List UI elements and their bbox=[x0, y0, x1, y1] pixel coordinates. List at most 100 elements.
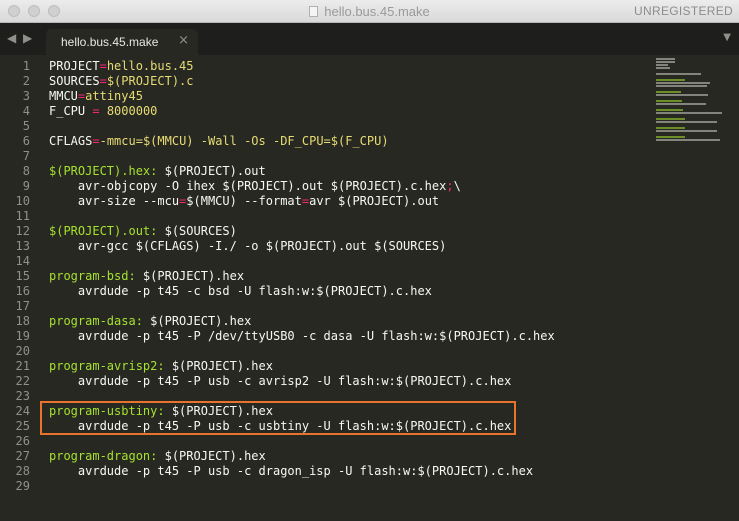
document-icon bbox=[309, 6, 319, 17]
line-number: 1 bbox=[22, 59, 30, 73]
code-line: avr-objcopy -O ihex $(PROJECT).out $(PRO… bbox=[49, 179, 555, 194]
chevron-right-icon[interactable]: ▶ bbox=[23, 31, 32, 45]
line-number: 18 bbox=[15, 314, 30, 328]
code-token: $(PROJECT).out bbox=[157, 164, 266, 178]
line-number: 2 bbox=[22, 74, 30, 88]
code-line: program-avrisp2: $(PROJECT).hex bbox=[49, 359, 555, 374]
code-token: $(SOURCES) bbox=[157, 224, 237, 238]
code-token: avr-size --mcu bbox=[49, 194, 180, 208]
code-line: $(PROJECT).hex: $(PROJECT).out bbox=[49, 164, 555, 179]
line-number: 27 bbox=[15, 449, 30, 463]
code-token: program-avrisp2: bbox=[49, 359, 165, 373]
line-number: 10 bbox=[15, 194, 30, 208]
code-token: avr $(PROJECT).out bbox=[309, 194, 440, 208]
minimap-line bbox=[656, 73, 701, 75]
window-title-container: hello.bus.45.make bbox=[0, 4, 739, 19]
line-number: 29 bbox=[15, 479, 30, 493]
line-number: 7 bbox=[22, 149, 30, 163]
code-line: avr-size --mcu=$(MMCU) --format=avr $(PR… bbox=[49, 194, 555, 209]
tab-label: hello.bus.45.make bbox=[61, 35, 159, 49]
minimap-line bbox=[656, 112, 722, 114]
line-number: 4 bbox=[22, 104, 30, 118]
minimap-line bbox=[656, 136, 685, 138]
code-token: program-dasa: bbox=[49, 314, 143, 328]
code-token: avrdude -p t45 -P usb -c avrisp2 -U flas… bbox=[49, 374, 512, 388]
minimap-line bbox=[656, 103, 707, 105]
minimap-line bbox=[656, 85, 708, 87]
line-number: 20 bbox=[15, 344, 30, 358]
code-line: avrdude -p t45 -c bsd -U flash:w:$(PROJE… bbox=[49, 284, 555, 299]
minimap-line bbox=[656, 91, 681, 93]
tab-hello-bus-45-make[interactable]: hello.bus.45.make × bbox=[46, 29, 198, 55]
code-token: ; bbox=[446, 179, 454, 193]
code-token: = bbox=[92, 104, 100, 118]
code-line: PROJECT=hello.bus.45 bbox=[49, 59, 555, 74]
code-token: = bbox=[99, 74, 107, 88]
minimap-line bbox=[656, 58, 675, 60]
line-number: 24 bbox=[15, 404, 30, 418]
code-token: $(PROJECT).hex bbox=[164, 359, 273, 373]
line-number: 25 bbox=[15, 419, 30, 433]
chevron-left-icon[interactable]: ◀ bbox=[7, 31, 16, 45]
line-number: 13 bbox=[15, 239, 30, 253]
minimap-line bbox=[656, 94, 709, 96]
code-line: SOURCES=$(PROJECT).c bbox=[49, 74, 555, 89]
minimap[interactable] bbox=[656, 58, 726, 141]
code-line: avr-gcc $(CFLAGS) -I./ -o $(PROJECT).out… bbox=[49, 239, 555, 254]
code-line: MMCU=attiny45 bbox=[49, 89, 555, 104]
line-number: 22 bbox=[15, 374, 30, 388]
minimap-line bbox=[656, 64, 669, 66]
code-token: avrdude -p t45 -P /dev/ttyUSB0 -c dasa -… bbox=[49, 329, 555, 343]
code-token: = bbox=[92, 134, 100, 148]
code-line: CFLAGS=-mmcu=$(MMCU) -Wall -Os -DF_CPU=$… bbox=[49, 134, 555, 149]
code-token: PROJECT bbox=[49, 59, 100, 73]
line-number: 16 bbox=[15, 284, 30, 298]
minimap-line bbox=[656, 100, 682, 102]
code-token: CFLAGS bbox=[49, 134, 93, 148]
line-number: 11 bbox=[15, 209, 30, 223]
code-token: F_CPU bbox=[49, 104, 93, 118]
line-number: 21 bbox=[15, 359, 30, 373]
minimap-line bbox=[656, 121, 717, 123]
code-token: $(MMCU) --format bbox=[186, 194, 302, 208]
code-token: avrdude -p t45 -P usb -c dragon_isp -U f… bbox=[49, 464, 534, 478]
line-number-gutter: 1 2 3 4 5 6 7 8 9 10 11 12 13 14 15 16 17 18 19 20 21 22 23 24 2… bbox=[0, 59, 30, 494]
line-number: 3 bbox=[22, 89, 30, 103]
code-editor[interactable]: 1 2 3 4 5 6 7 8 9 10 11 12 13 14 15 16 17 18 19 20 21 22 23 24 2… bbox=[0, 55, 739, 521]
minimap-line bbox=[656, 127, 686, 129]
code-token: $(PROJECT).hex bbox=[157, 449, 266, 463]
close-icon[interactable]: × bbox=[178, 33, 189, 48]
code-token: = bbox=[99, 59, 107, 73]
line-number: 19 bbox=[15, 329, 30, 343]
code-line: avrdude -p t45 -P usb -c avrisp2 -U flas… bbox=[49, 374, 555, 389]
title-bar: hello.bus.45.make UNREGISTERED bbox=[0, 0, 739, 23]
minimap-line bbox=[656, 139, 720, 141]
code-token: avr-gcc $(CFLAGS) -I./ -o $(PROJECT).out… bbox=[49, 239, 447, 253]
code-line: F_CPU = 8000000 bbox=[49, 104, 555, 119]
line-number: 5 bbox=[22, 119, 30, 133]
minimap-line bbox=[656, 109, 683, 111]
line-number: 12 bbox=[15, 224, 30, 238]
code-token: $(PROJECT).c bbox=[106, 74, 194, 88]
code-token: $(PROJECT).out: bbox=[49, 224, 158, 238]
code-line: program-dragon: $(PROJECT).hex bbox=[49, 449, 555, 464]
code-line: $(PROJECT).out: $(SOURCES) bbox=[49, 224, 555, 239]
line-number: 23 bbox=[15, 389, 30, 403]
minimap-line bbox=[656, 79, 685, 81]
chevron-down-icon[interactable]: ▼ bbox=[723, 32, 731, 43]
code-token: -mmcu=$(MMCU) -Wall -Os -DF_CPU=$(F_CPU) bbox=[99, 134, 389, 148]
window-title: hello.bus.45.make bbox=[324, 4, 430, 19]
code-line: program-bsd: $(PROJECT).hex bbox=[49, 269, 555, 284]
line-number: 14 bbox=[15, 254, 30, 268]
code-token: $(PROJECT).hex bbox=[135, 269, 245, 283]
registration-status: UNREGISTERED bbox=[634, 4, 733, 18]
line-number: 9 bbox=[22, 179, 30, 193]
